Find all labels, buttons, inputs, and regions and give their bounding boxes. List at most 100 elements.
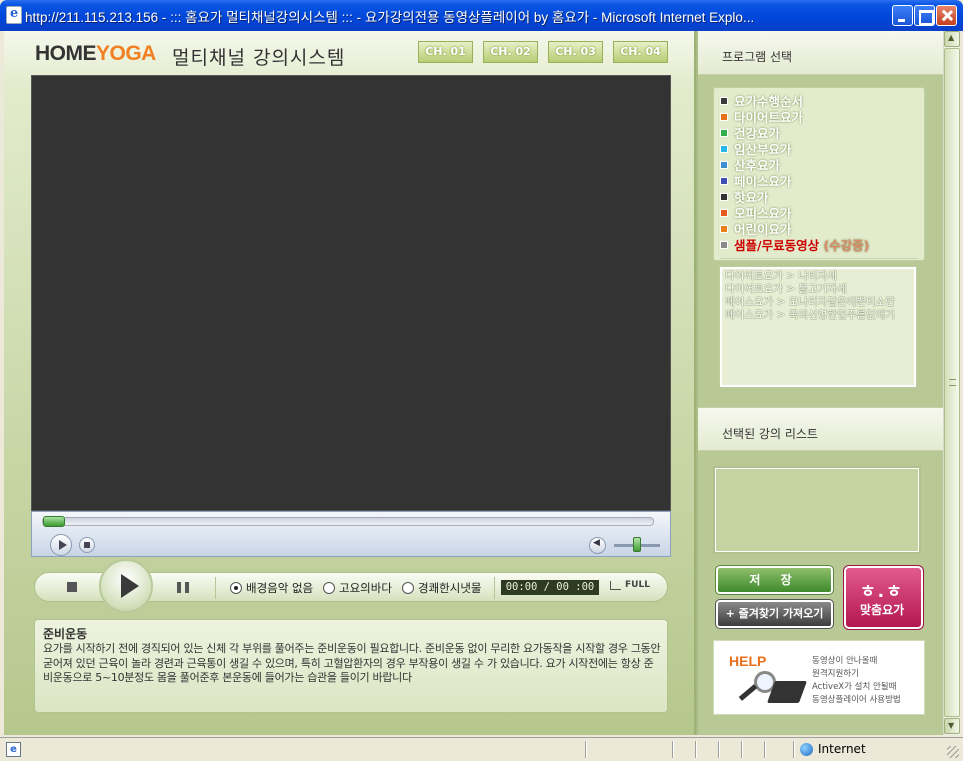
channel-2-button[interactable]: CH. 02 <box>483 41 538 63</box>
status-divider <box>741 741 743 758</box>
browser-window: http://211.115.213.156 - ::: 홈요가 멀티채널강의시… <box>0 0 963 761</box>
bullet-icon <box>720 129 728 137</box>
toolbar-divider <box>494 577 495 599</box>
status-divider <box>585 741 587 758</box>
maximize-button[interactable] <box>914 5 935 26</box>
bgm-label-calm-sea[interactable]: 고요의바다 <box>339 580 392 596</box>
video-screen[interactable] <box>31 75 671 511</box>
scroll-down-icon[interactable] <box>944 718 960 734</box>
program-header: 프로그램 선택 <box>698 31 943 75</box>
selected-lecture-list[interactable] <box>713 466 921 554</box>
mute-speaker-icon[interactable] <box>589 537 606 554</box>
bullet-icon <box>720 177 728 185</box>
sidebar: 프로그램 선택 요가수행순서 다이어트요가 건강요가 임산부요가 산후요가 페이… <box>698 31 943 735</box>
program-item-postpartum[interactable]: 산후요가 <box>720 155 780 173</box>
custom-yoga-button[interactable]: ㅎ.ㅎ 맞춤요가 <box>843 565 924 630</box>
pause-button[interactable] <box>177 582 189 593</box>
toolbar-divider <box>215 577 216 599</box>
bgm-radio-calm-sea[interactable] <box>323 582 335 594</box>
bgm-label-none[interactable]: 배경음악 없음 <box>246 580 313 596</box>
page-content: HOMEYOGA 멀티채널 강의시스템 CH. 01 CH. 02 CH. 03… <box>4 31 943 735</box>
lecture-list-item[interactable]: 페이스요가 > 목의선명한엽주름없애기 <box>725 307 913 322</box>
security-zone-label: Internet <box>818 742 866 756</box>
program-item-kids[interactable]: 어린이요가 <box>720 219 792 237</box>
program-item-health[interactable]: 건강요가 <box>720 123 780 141</box>
bullet-icon <box>720 145 728 153</box>
help-link-usage[interactable]: 동영상플레이어 사용방법 <box>812 693 901 705</box>
seek-handle[interactable] <box>43 516 65 527</box>
selected-list-header: 선택된 강의 리스트 <box>698 407 943 451</box>
laptop-icon <box>766 681 808 703</box>
homeyoga-logo[interactable]: HOMEYOGA <box>35 42 156 66</box>
help-link-no-video[interactable]: 동영상이 안나올때 <box>812 654 877 666</box>
fullscreen-button[interactable]: FULL <box>625 580 650 590</box>
channel-4-button[interactable]: CH. 04 <box>613 41 668 63</box>
program-item-diet[interactable]: 다이어트요가 <box>720 107 803 125</box>
small-play-button[interactable] <box>50 534 72 556</box>
resize-grip-icon[interactable] <box>947 746 959 758</box>
channel-1-button[interactable]: CH. 01 <box>418 41 473 63</box>
program-item-pregnancy[interactable]: 임산부요가 <box>720 139 792 157</box>
lecture-list[interactable]: 다이어트요가 > 나비자세 다이어트요가 > 물고기자세 페이스요가 > 모나리… <box>719 266 917 388</box>
player-pane: HOMEYOGA 멀티채널 강의시스템 CH. 01 CH. 02 CH. 03… <box>4 31 696 735</box>
bullet-icon <box>720 225 728 233</box>
stop-button[interactable] <box>67 582 77 592</box>
time-display: 00:00 / 00 :00 <box>501 580 599 595</box>
title-bar: http://211.115.213.156 - ::: 홈요가 멀티채널강의시… <box>0 0 963 31</box>
seek-bar[interactable] <box>42 516 654 527</box>
player-toolbar: 배경음악 없음 고요의바다 경쾌한시냇물 00:00 / 00 :00 FULL <box>34 559 668 613</box>
bullet-icon <box>720 241 728 249</box>
bgm-label-brook[interactable]: 경쾌한시냇물 <box>418 580 481 596</box>
status-divider <box>764 741 766 758</box>
save-button[interactable]: 저 장 <box>715 565 834 595</box>
bgm-radio-none[interactable] <box>230 582 242 594</box>
selected-list-header-label: 선택된 강의 리스트 <box>722 427 818 441</box>
program-item-sample[interactable]: 샘플/무료동영상 (수강중) <box>720 235 870 253</box>
load-favorites-button[interactable]: + 즐겨찾기 가져오기 <box>715 599 834 629</box>
logo-home: HOME <box>35 42 97 65</box>
bullet-icon <box>720 113 728 121</box>
divider <box>720 258 918 259</box>
program-item-face[interactable]: 페이스요가 <box>720 171 792 189</box>
lecture-description: 준비운동 요가를 시작하기 전에 경직되어 있는 신체 각 부위를 풀어주는 준… <box>34 619 668 713</box>
magnifier-handle <box>738 684 758 701</box>
window-title: http://211.115.213.156 - ::: 홈요가 멀티채널강의시… <box>25 10 755 25</box>
scroll-thumb[interactable] <box>944 48 960 717</box>
status-divider <box>793 741 795 758</box>
volume-knob[interactable] <box>633 537 641 552</box>
scroll-up-icon[interactable] <box>944 31 960 47</box>
program-header-label: 프로그램 선택 <box>722 50 793 64</box>
program-item-yoga-order[interactable]: 요가수행순서 <box>720 91 803 109</box>
bgm-radio-brook[interactable] <box>402 582 414 594</box>
status-divider <box>672 741 674 758</box>
help-link-remote[interactable]: 원격지원하기 <box>812 667 859 679</box>
bullet-icon <box>720 193 728 201</box>
play-button[interactable] <box>99 559 153 613</box>
help-box: HELP 동영상이 안나올때 원격지원하기 ActiveX가 설치 안될때 동영… <box>713 640 925 715</box>
sample-status: (수강중) <box>823 238 870 253</box>
small-stop-button[interactable] <box>79 537 95 553</box>
description-title: 준비운동 <box>43 627 88 641</box>
vertical-scrollbar[interactable] <box>943 31 960 735</box>
channel-3-button[interactable]: CH. 03 <box>548 41 603 63</box>
ie-page-icon <box>6 6 22 24</box>
program-item-hot[interactable]: 핫요가 <box>720 187 769 205</box>
bullet-icon <box>720 209 728 217</box>
help-link-activex[interactable]: ActiveX가 설치 안될때 <box>812 680 896 692</box>
status-divider <box>718 741 720 758</box>
close-button[interactable] <box>936 5 957 26</box>
fullscreen-icon <box>610 581 621 590</box>
sample-label: 샘플/무료동영상 <box>734 238 820 253</box>
description-body: 요가를 시작하기 전에 경직되어 있는 신체 각 부위를 풀어주는 준비운동이 … <box>43 642 661 684</box>
internet-zone-icon <box>800 743 813 756</box>
help-title: HELP <box>729 653 767 669</box>
program-item-office[interactable]: 오피스요가 <box>720 203 792 221</box>
bullet-icon <box>720 97 728 105</box>
status-bar: e Internet <box>0 737 963 761</box>
grip-icon <box>949 379 956 386</box>
media-control-bar <box>31 511 671 557</box>
system-title: 멀티채널 강의시스템 <box>172 47 346 69</box>
minimize-button[interactable] <box>892 5 913 26</box>
custom-yoga-label: 맞춤요가 <box>860 603 905 617</box>
page-status-icon: e <box>6 742 21 757</box>
